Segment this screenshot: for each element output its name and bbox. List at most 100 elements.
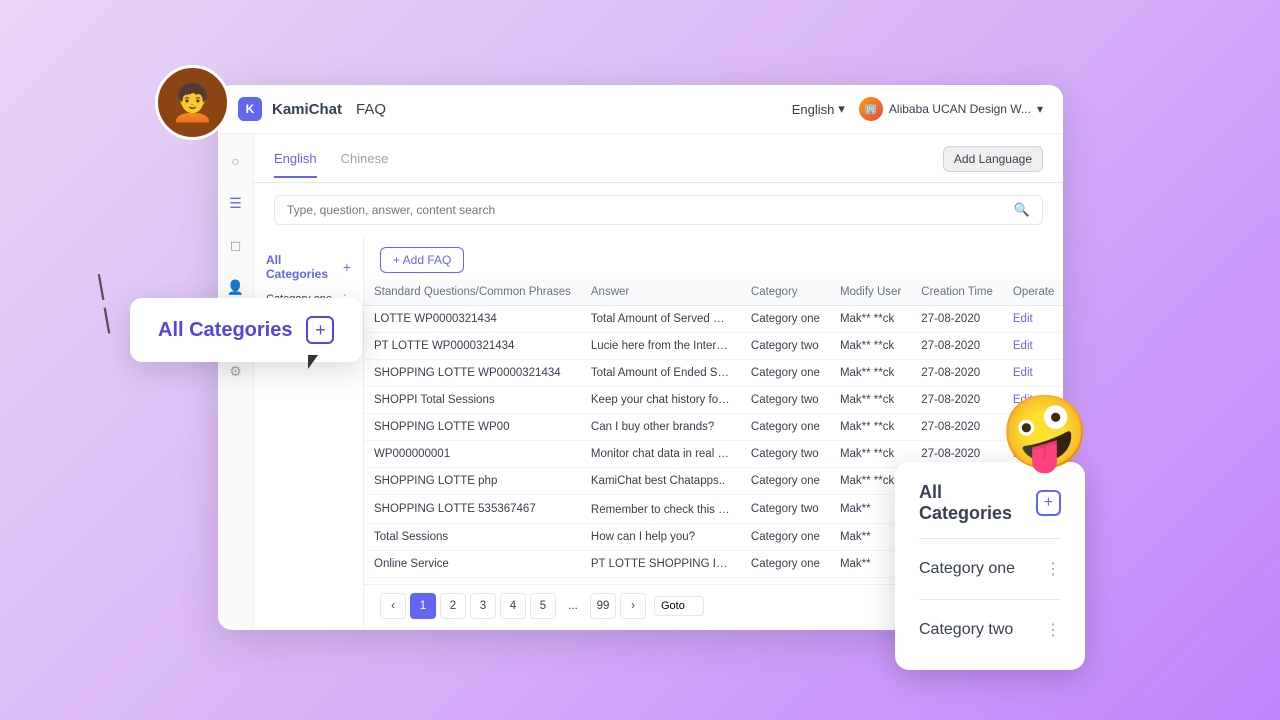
user-chevron-icon: ▾ <box>1037 102 1043 116</box>
cell-date-2: 27-08-2020 <box>911 360 1003 387</box>
table-row: PT LOTTE WP0000321434 Lucie here from th… <box>364 333 1063 360</box>
page-99-button[interactable]: 99 <box>590 593 616 619</box>
page-ellipsis: ... <box>560 593 586 619</box>
cell-category-8: Category one <box>741 524 830 551</box>
page-next-button[interactable]: › <box>620 593 646 619</box>
cell-category-3: Category two <box>741 387 830 414</box>
cell-answer-0: Total Amount of Served Customers <box>581 306 741 333</box>
popup-left-plus-button[interactable]: + <box>306 316 334 344</box>
sidebar-icon-settings[interactable]: ⚙ <box>225 360 247 382</box>
cell-answer-6: KamiChat best Chatapps.. <box>581 468 741 495</box>
page-3-button[interactable]: 3 <box>470 593 496 619</box>
col-user: Modify User <box>830 279 911 306</box>
cat-plus-button[interactable]: + <box>343 259 351 275</box>
cell-question-7: SHOPPING LOTTE 535367467 <box>364 495 581 524</box>
page-5-button[interactable]: 5 <box>530 593 556 619</box>
cell-date-0: 27-08-2020 <box>911 306 1003 333</box>
search-input[interactable] <box>287 203 1006 217</box>
col-answer: Answer <box>581 279 741 306</box>
sidebar-icon-users[interactable]: 👤 <box>225 276 247 298</box>
cell-answer-3: Keep your chat history for a long <box>581 387 741 414</box>
cell-op-0[interactable]: Edit <box>1003 306 1063 333</box>
tabs-bar: English Chinese Add Language <box>254 134 1063 183</box>
cell-category-1: Category two <box>741 333 830 360</box>
cell-user-2: Mak** **ck <box>830 360 911 387</box>
page-2-button[interactable]: 2 <box>440 593 466 619</box>
cell-op-2[interactable]: Edit <box>1003 360 1063 387</box>
cell-user-1: Mak** **ck <box>830 333 911 360</box>
col-op: Operate <box>1003 279 1063 306</box>
cell-op-1[interactable]: Edit <box>1003 333 1063 360</box>
squiggle-decoration: || <box>94 268 113 335</box>
cell-question-2: SHOPPING LOTTE WP0000321434 <box>364 360 581 387</box>
add-language-button[interactable]: Add Language <box>943 146 1043 172</box>
popup-right-cat2-dots[interactable]: ⋮ <box>1045 620 1061 640</box>
cell-category-4: Category one <box>741 414 830 441</box>
avatar-topleft: 🧑‍🦱 <box>155 65 230 140</box>
sidebar-icon-list[interactable]: ☰ <box>225 192 247 214</box>
sidebar-icon-grid[interactable]: ◻ <box>225 234 247 256</box>
cell-category-9: Category one <box>741 551 830 578</box>
user-name: Alibaba UCAN Design W... <box>889 102 1031 116</box>
add-faq-button[interactable]: + Add FAQ <box>380 247 464 273</box>
popup-right-divider2 <box>919 599 1061 600</box>
cell-user-4: Mak** **ck <box>830 414 911 441</box>
popup-right-cat2-label: Category two <box>919 621 1013 639</box>
popup-right-title: All Categories <box>919 482 1036 524</box>
page-title: FAQ <box>356 101 386 118</box>
language-selector[interactable]: English ▾ <box>792 101 845 117</box>
cell-answer-4: Can I buy other brands? <box>581 414 741 441</box>
cell-question-9: Online Service <box>364 551 581 578</box>
goto-input[interactable] <box>654 596 704 616</box>
cell-answer-2: Total Amount of Ended Sessions <box>581 360 741 387</box>
cell-user-5: Mak** **ck <box>830 441 911 468</box>
cell-question-1: PT LOTTE WP0000321434 <box>364 333 581 360</box>
table-row: SHOPPING LOTTE WP00 Can I buy other bran… <box>364 414 1063 441</box>
popup-categories-right: All Categories + Category one ⋮ Category… <box>895 462 1085 670</box>
cell-date-1: 27-08-2020 <box>911 333 1003 360</box>
cell-user-0: Mak** **ck <box>830 306 911 333</box>
cell-question-8: Total Sessions <box>364 524 581 551</box>
popup-left-title: All Categories <box>158 319 292 342</box>
logo-icon: K <box>238 97 262 121</box>
cell-question-5: WP000000001 <box>364 441 581 468</box>
page-prev-button[interactable]: ‹ <box>380 593 406 619</box>
category-sidebar: All Categories + Category one ⋮ Category… <box>254 237 364 627</box>
tab-english[interactable]: English <box>274 151 317 178</box>
col-category: Category <box>741 279 830 306</box>
cell-date-4: 27-08-2020 <box>911 414 1003 441</box>
cell-category-0: Category one <box>741 306 830 333</box>
page-4-button[interactable]: 4 <box>500 593 526 619</box>
emoji-face-decoration: 🤪 <box>1000 390 1090 475</box>
page-1-button[interactable]: 1 <box>410 593 436 619</box>
cell-category-6: Category one <box>741 468 830 495</box>
popup-right-plus-button[interactable]: + <box>1036 490 1061 516</box>
table-row: SHOPPI Total Sessions Keep your chat his… <box>364 387 1063 414</box>
popup-right-header: All Categories + <box>919 482 1061 524</box>
header-bar: K KamiChat FAQ English ▾ 🏢 Alibaba UCAN … <box>218 85 1063 134</box>
cell-answer-1: Lucie here from the Intercom sale <box>581 333 741 360</box>
popup-right-cat1-item[interactable]: Category one ⋮ <box>919 549 1061 589</box>
tab-chinese[interactable]: Chinese <box>341 151 389 178</box>
search-bar: 🔍 <box>274 195 1043 225</box>
cell-question-6: SHOPPING LOTTE php <box>364 468 581 495</box>
tabs: English Chinese <box>274 151 388 178</box>
popup-right-cat1-dots[interactable]: ⋮ <box>1045 559 1061 579</box>
cell-category-5: Category two <box>741 441 830 468</box>
popup-right-cat2-item[interactable]: Category two ⋮ <box>919 610 1061 650</box>
cell-answer-8: How can I help you? <box>581 524 741 551</box>
search-icon: 🔍 <box>1014 202 1030 218</box>
sidebar-icon-home[interactable]: ○ <box>225 150 247 172</box>
cell-question-4: SHOPPING LOTTE WP00 <box>364 414 581 441</box>
cursor <box>308 355 332 379</box>
user-badge[interactable]: 🏢 Alibaba UCAN Design W... ▾ <box>859 97 1043 121</box>
user-avatar: 🏢 <box>859 97 883 121</box>
col-date: Creation Time <box>911 279 1003 306</box>
cell-date-3: 27-08-2020 <box>911 387 1003 414</box>
table-row: LOTTE WP0000321434 Total Amount of Serve… <box>364 306 1063 333</box>
logo-text: KamiChat <box>272 101 342 118</box>
popup-all-categories-left: All Categories + <box>130 298 362 362</box>
language-chevron-icon: ▾ <box>838 101 845 117</box>
cell-question-0: LOTTE WP0000321434 <box>364 306 581 333</box>
language-label: English <box>792 102 835 117</box>
